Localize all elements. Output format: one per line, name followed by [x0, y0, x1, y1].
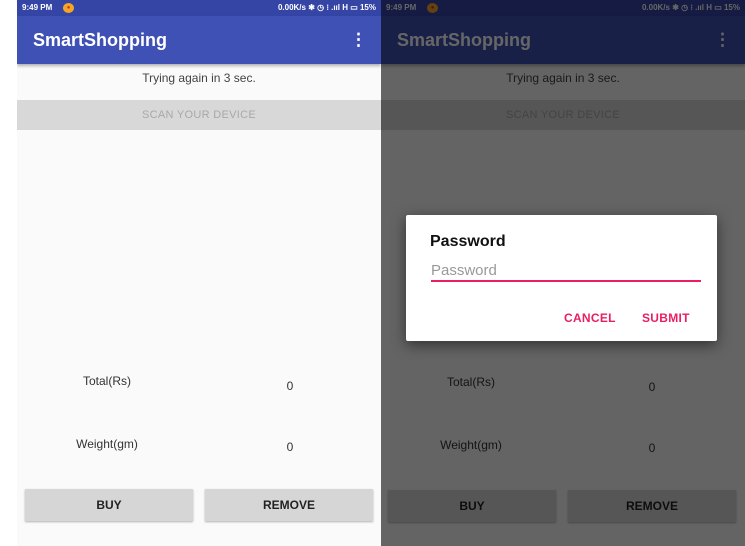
main-screen: 9:49 PM ● 0.00K/s ✱ ◷ ⁝ .ııl H ▭ 15% Sma…	[17, 0, 381, 546]
connection-status: Trying again in 3 sec.	[142, 71, 256, 85]
password-dialog: Password CANCEL SUBMIT	[406, 215, 717, 341]
status-bar: 9:49 PM ● 0.00K/s ✱ ◷ ⁝ .ııl H ▭ 15%	[17, 0, 381, 16]
buy-button[interactable]: BUY	[25, 489, 193, 521]
app-title: SmartShopping	[33, 30, 167, 50]
submit-button[interactable]: SUBMIT	[642, 311, 690, 325]
weight-value: 0	[286, 440, 294, 454]
total-value: 0	[286, 379, 294, 393]
status-time: 9:49 PM	[22, 3, 53, 12]
password-input[interactable]	[431, 260, 701, 282]
total-label: Total(Rs)	[82, 374, 131, 388]
status-indicators: 0.00K/s ✱ ◷ ⁝ .ııl H ▭ 15%	[277, 3, 376, 12]
app-bar: SmartShopping ⋮	[17, 16, 381, 64]
remove-button[interactable]: REMOVE	[205, 489, 373, 521]
scan-device-button[interactable]: SCAN YOUR DEVICE	[17, 100, 381, 130]
more-vert-icon[interactable]: ⋮	[350, 30, 367, 50]
weight-label: Weight(gm)	[76, 437, 138, 451]
main-screen-with-dialog: 9:49 PM ● 0.00K/s ✱ ◷ ⁝ .ııl H ▭ 15% Sma…	[381, 0, 745, 546]
cancel-button[interactable]: CANCEL	[564, 311, 616, 325]
notification-icon: ●	[63, 3, 74, 13]
dialog-title: Password	[430, 233, 506, 250]
